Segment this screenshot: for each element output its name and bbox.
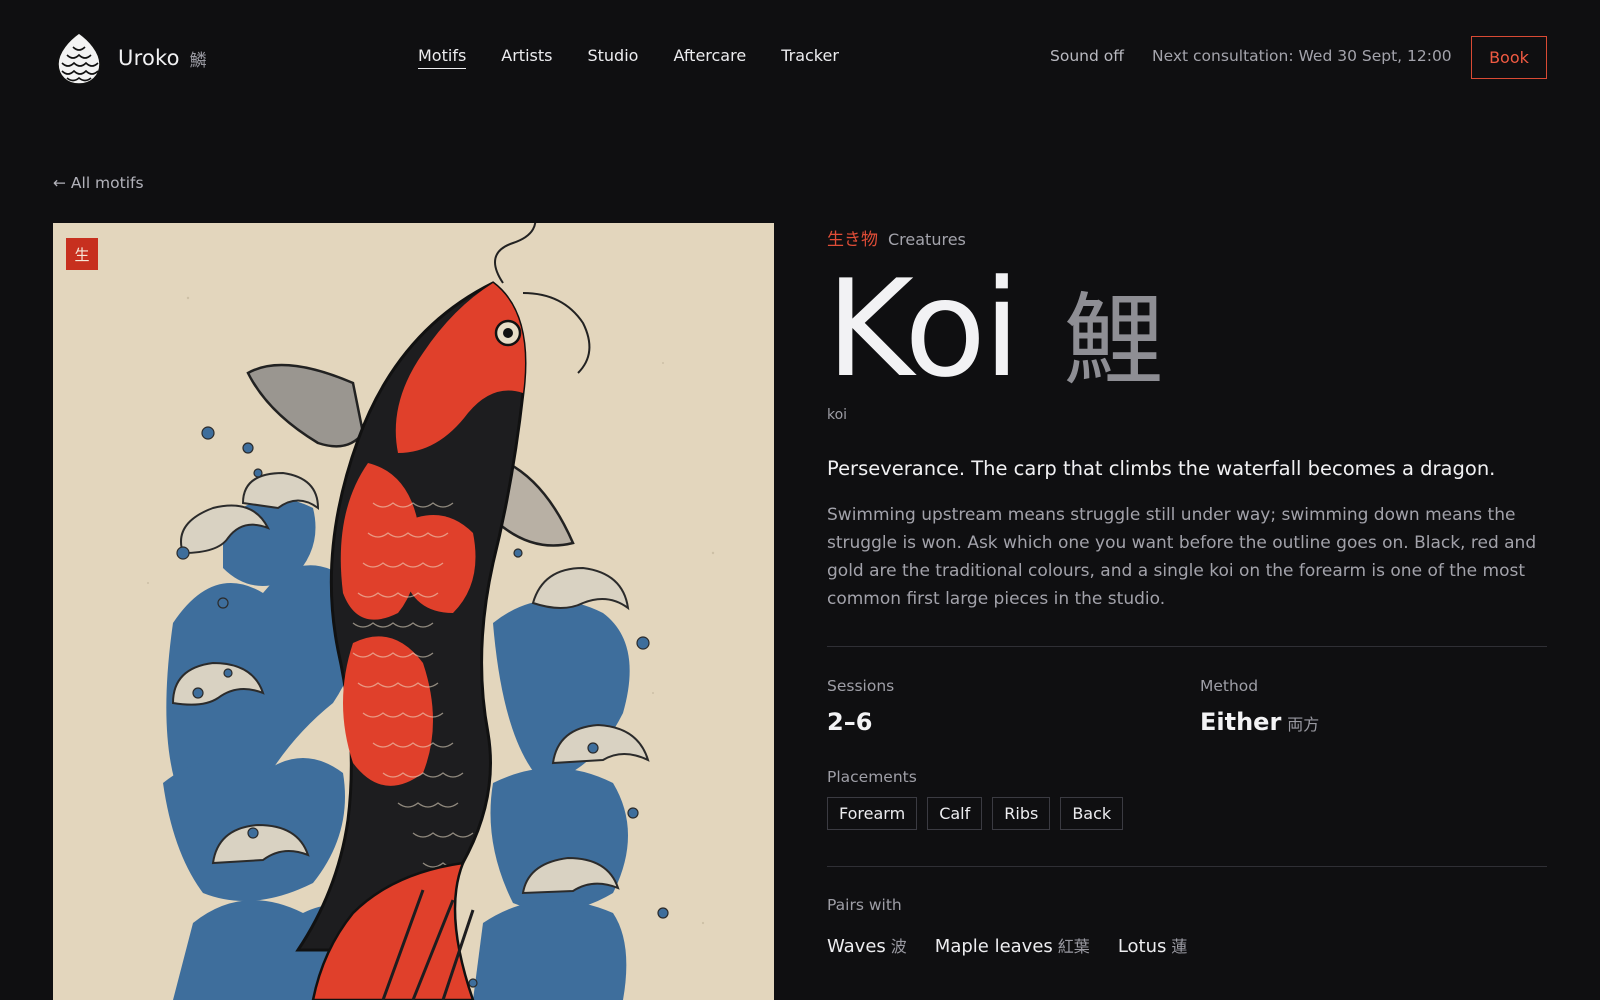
- nav-item-artists[interactable]: Artists: [501, 46, 552, 69]
- title-en: Koi: [826, 251, 1020, 407]
- brand-name: Uroko: [118, 46, 180, 70]
- pairs-with-label: Pairs with: [827, 896, 902, 914]
- motif-category: 生き物 Creatures: [827, 225, 966, 250]
- main-nav: Motifs Artists Studio Aftercare Tracker: [418, 46, 839, 69]
- wave-cluster-right: [473, 600, 630, 1000]
- category-jp: 生き物: [827, 230, 878, 250]
- pair-waves-link[interactable]: Waves 波: [827, 933, 907, 957]
- method-jp: 両方: [1287, 715, 1320, 734]
- motif-title: Koi 鯉: [826, 262, 1163, 396]
- koi-artwork: 生: [53, 223, 774, 1000]
- divider: [827, 646, 1547, 647]
- koi-illustration: [147, 223, 715, 1000]
- motif-tagline: Perseverance. The carp that climbs the w…: [827, 457, 1496, 480]
- pair-maple-leaves-link[interactable]: Maple leaves 紅葉: [935, 933, 1090, 957]
- placements-chips: Forearm Calf Ribs Back: [827, 797, 1124, 830]
- pair-label-jp: 蓮: [1171, 937, 1188, 956]
- placement-chip-ribs[interactable]: Ribs: [992, 797, 1051, 830]
- nav-item-motifs[interactable]: Motifs: [418, 46, 467, 69]
- back-to-motifs-link[interactable]: ← All motifs: [53, 174, 144, 192]
- method-value: Either: [1200, 708, 1282, 736]
- book-button[interactable]: Book: [1471, 36, 1547, 79]
- placement-chip-calf[interactable]: Calf: [927, 797, 983, 830]
- category-seal-badge: 生: [66, 238, 98, 270]
- brand-kanji: 鱗: [189, 50, 207, 71]
- pair-label-en: Maple leaves: [934, 936, 1053, 957]
- romaji: koi: [827, 407, 848, 423]
- pair-label-jp: 波: [890, 937, 907, 956]
- category-en: Creatures: [888, 230, 966, 249]
- pair-label-en: Waves: [827, 936, 886, 957]
- method-value-group: Either 両方: [1200, 708, 1319, 736]
- title-jp: 鯉: [1063, 282, 1164, 399]
- sessions-label: Sessions: [827, 677, 895, 695]
- motif-description: Swimming upstream means struggle still u…: [827, 505, 1537, 609]
- placement-chip-back[interactable]: Back: [1060, 797, 1124, 830]
- divider: [827, 866, 1547, 867]
- pair-label-en: Lotus: [1117, 936, 1167, 957]
- nav-item-studio[interactable]: Studio: [587, 46, 638, 69]
- nav-item-aftercare[interactable]: Aftercare: [673, 46, 746, 69]
- site-header: Uroko 鱗 Motifs Artists Studio Aftercare …: [0, 0, 1600, 118]
- placements-label: Placements: [827, 768, 917, 786]
- nav-item-tracker[interactable]: Tracker: [781, 46, 839, 69]
- scale-logo-icon: [57, 32, 101, 85]
- placement-chip-forearm[interactable]: Forearm: [827, 797, 918, 830]
- pair-label-jp: 紅葉: [1057, 937, 1090, 956]
- method-label: Method: [1200, 677, 1259, 695]
- sound-toggle[interactable]: Sound off: [1050, 47, 1124, 65]
- next-consultation-text: Next consultation: Wed 30 Sept, 12:00: [1152, 47, 1452, 65]
- sessions-value: 2–6: [827, 708, 873, 736]
- pairs-with-list: Waves 波 Maple leaves 紅葉 Lotus 蓮: [827, 933, 1187, 957]
- pair-lotus-link[interactable]: Lotus 蓮: [1118, 933, 1188, 957]
- brand-logo-link[interactable]: Uroko 鱗: [56, 30, 207, 86]
